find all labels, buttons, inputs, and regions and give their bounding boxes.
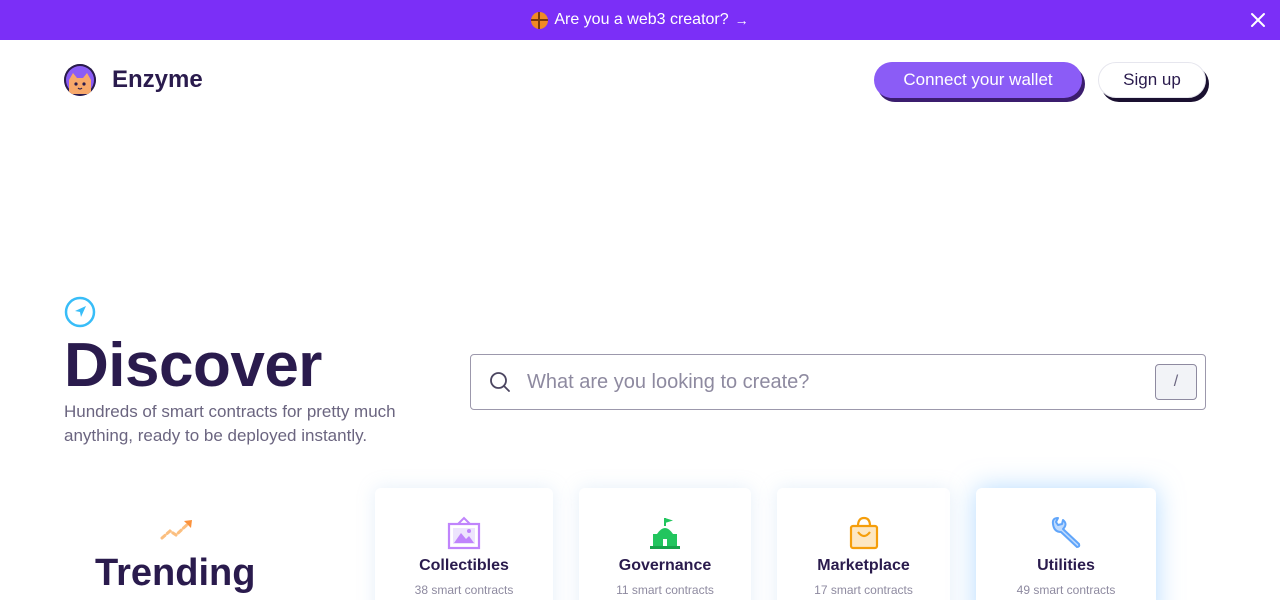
trending-title: Trending xyxy=(95,552,256,594)
category-card-governance[interactable]: Governance 11 smart contracts xyxy=(579,488,751,600)
category-count: 49 smart contracts xyxy=(1016,583,1116,597)
search-placeholder: What are you looking to create? xyxy=(527,370,810,393)
sign-up-button[interactable]: Sign up xyxy=(1098,62,1206,98)
capitol-flag-icon xyxy=(650,518,680,549)
category-card-marketplace[interactable]: Marketplace 17 smart contracts xyxy=(777,488,950,600)
brand-name: Enzyme xyxy=(112,66,203,93)
banner-text[interactable]: Are you a web3 creator? xyxy=(554,11,728,29)
category-name: Governance xyxy=(618,557,712,574)
category-name: Collectibles xyxy=(419,557,509,574)
wrench-icon xyxy=(1051,517,1081,548)
category-count: 11 smart contracts xyxy=(616,583,714,597)
close-icon[interactable] xyxy=(1248,10,1268,30)
page-subtitle: Hundreds of smart contracts for pretty m… xyxy=(64,402,396,445)
search-shortcut-key: / xyxy=(1155,364,1197,400)
category-count: 17 smart contracts xyxy=(814,583,913,597)
page-title: Discover xyxy=(64,331,322,400)
picture-frame-icon xyxy=(447,516,481,550)
announcement-banner: Are you a web3 creator? → xyxy=(0,0,1280,40)
search-input[interactable]: What are you looking to create? / xyxy=(470,354,1206,410)
basketball-icon xyxy=(531,11,549,29)
category-count: 38 smart contracts xyxy=(414,583,514,597)
category-card-collectibles[interactable]: Collectibles 38 smart contracts xyxy=(375,488,553,600)
banner-arrow[interactable]: → xyxy=(735,12,749,28)
connect-wallet-button[interactable]: Connect your wallet xyxy=(874,62,1082,98)
category-name: Marketplace xyxy=(817,557,910,574)
search-icon xyxy=(490,372,510,392)
category-name: Utilities xyxy=(1037,557,1095,574)
trending-arrow-icon xyxy=(160,520,192,540)
compass-icon xyxy=(64,296,96,328)
brand-logo[interactable]: Enzyme xyxy=(64,64,203,96)
shopping-bag-icon xyxy=(849,516,878,550)
enzyme-cat-logo-icon xyxy=(64,64,96,96)
category-card-utilities[interactable]: Utilities 49 smart contracts xyxy=(976,488,1156,600)
